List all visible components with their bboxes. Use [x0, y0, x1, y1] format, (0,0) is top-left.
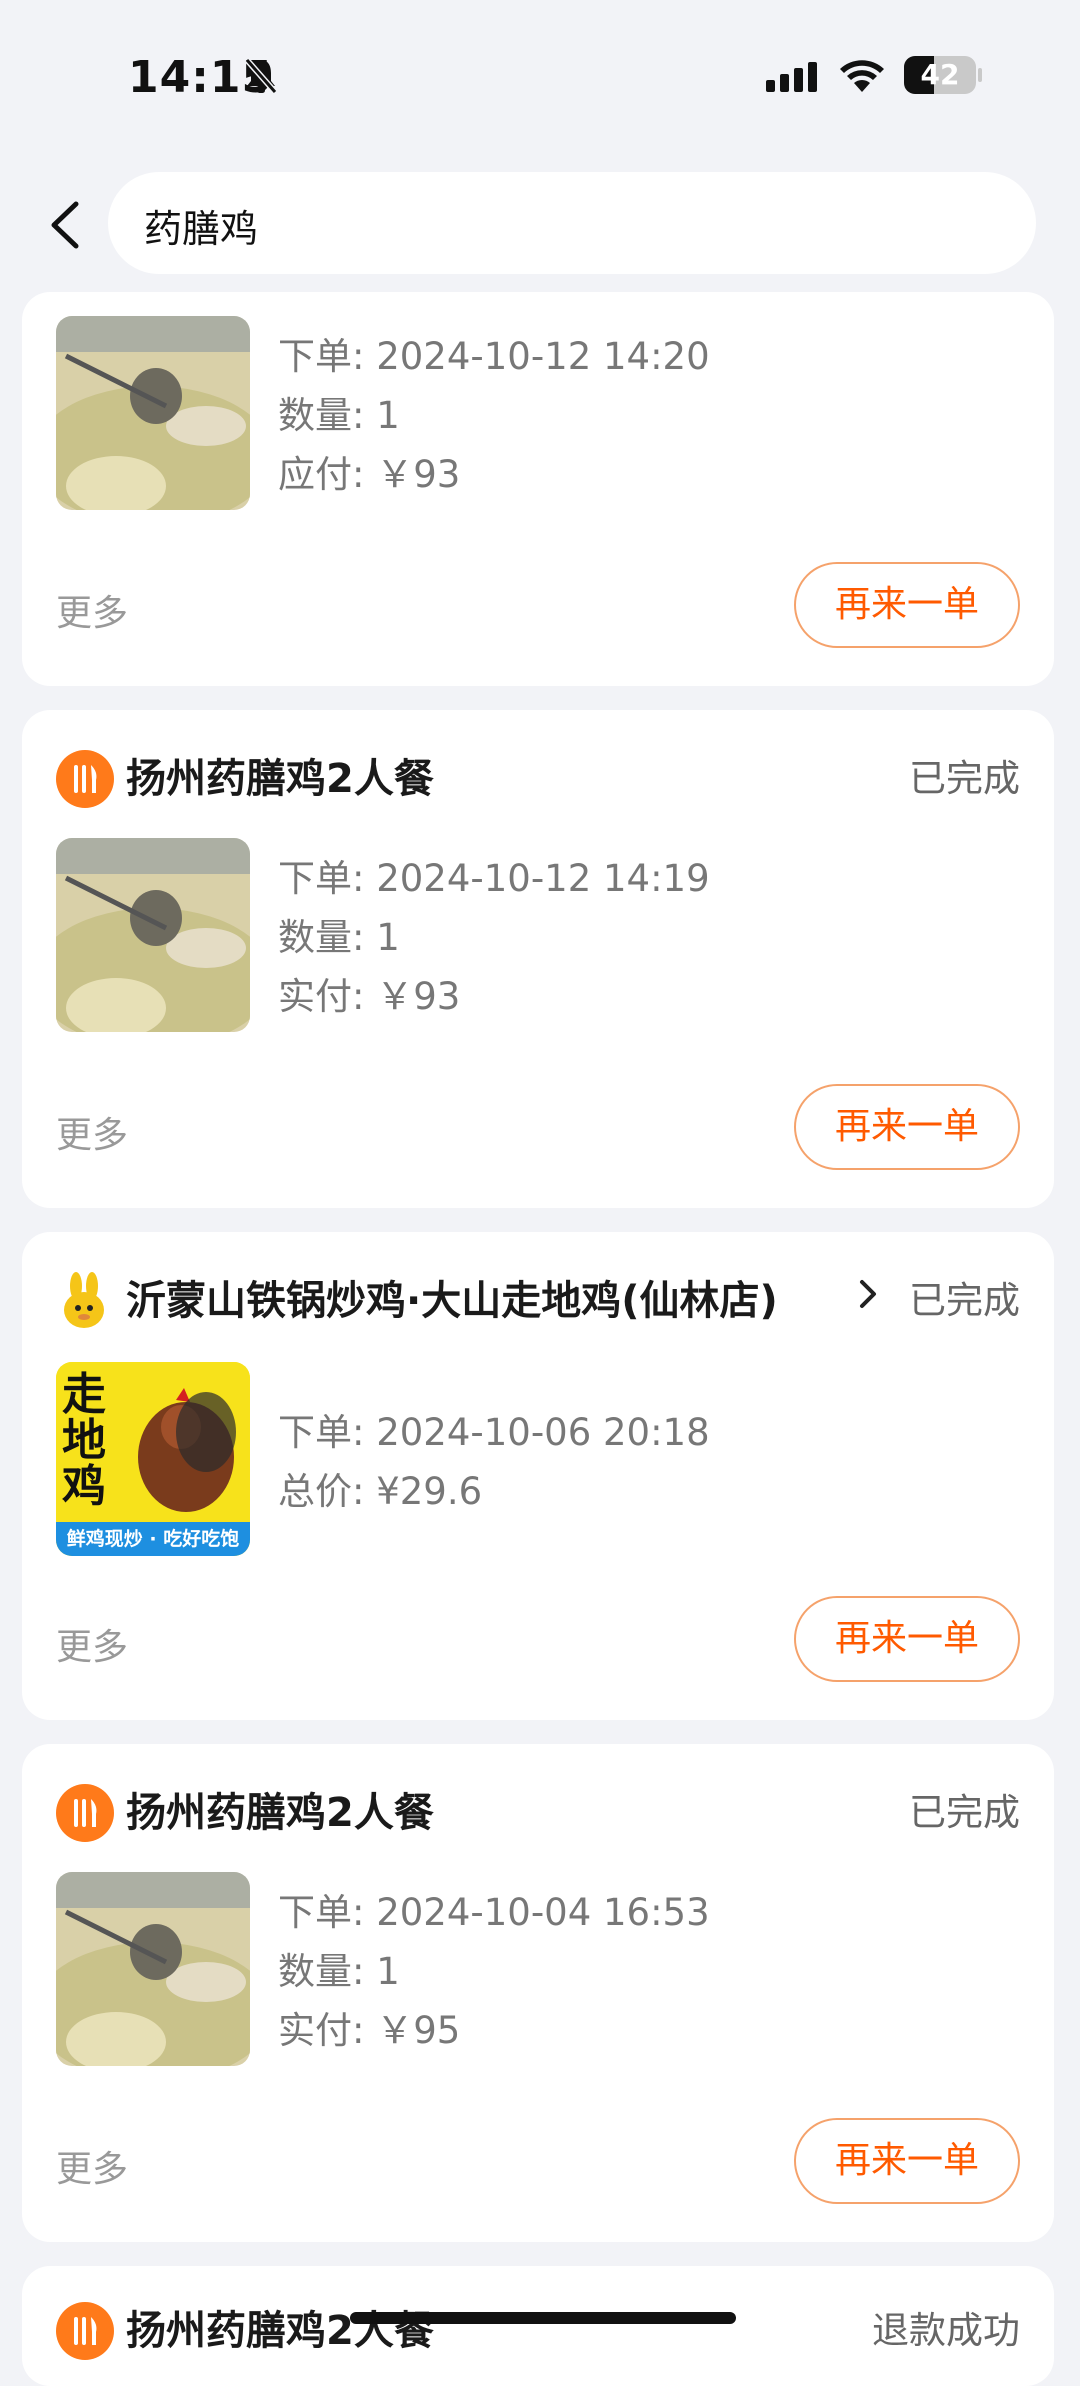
- order-card[interactable]: 沂蒙山铁锅炒鸡·大山走地鸡(仙林店) 已完成 走地鸡 鲜鸡现炒 · 吃好吃饱 下…: [22, 1232, 1054, 1720]
- order-status: 已完成: [909, 757, 1020, 800]
- thumbnail-banner: 鲜鸡现炒 · 吃好吃饱: [66, 1528, 240, 1550]
- shop-name[interactable]: 扬州药膳鸡2人餐: [126, 2298, 434, 2356]
- order-amount: 实付: ￥95: [278, 2009, 461, 2052]
- shop-name[interactable]: 扬州药膳鸡2人餐: [126, 746, 434, 804]
- bell-muted-icon: [244, 58, 278, 94]
- order-time: 下单: 2024-10-04 16:53: [278, 1891, 710, 1934]
- order-total: 总价: ¥29.6: [278, 1470, 483, 1513]
- product-thumbnail: [56, 838, 250, 1032]
- search-input[interactable]: 药膳鸡: [108, 172, 1036, 274]
- reorder-button[interactable]: 再来一单: [794, 562, 1020, 648]
- reorder-button[interactable]: 再来一单: [794, 1084, 1020, 1170]
- more-link[interactable]: 更多: [56, 1106, 128, 1158]
- order-status: 已完成: [909, 1791, 1020, 1834]
- shop-name[interactable]: 扬州药膳鸡2人餐: [126, 1780, 434, 1838]
- product-thumbnail: [56, 1872, 250, 2066]
- product-thumbnail: 走地鸡 鲜鸡现炒 · 吃好吃饱: [56, 1362, 250, 1556]
- restaurant-icon: [56, 2302, 114, 2360]
- more-link[interactable]: 更多: [56, 1618, 128, 1670]
- shop-mascot-icon: [64, 1272, 104, 1328]
- wifi-icon: [840, 60, 884, 92]
- order-status: 退款成功: [872, 2309, 1020, 2352]
- order-card[interactable]: 扬州药膳鸡2人餐 已完成 下单: 2024-10-12 14:19 数量: 1 …: [22, 710, 1054, 1208]
- order-card[interactable]: 扬州药膳鸡2人餐 退款成功: [22, 2266, 1054, 2386]
- status-bar: 14:15 42: [0, 0, 1080, 160]
- back-arrow-icon[interactable]: [42, 190, 90, 260]
- order-amount: 应付: ￥93: [278, 453, 461, 496]
- reorder-button[interactable]: 再来一单: [794, 2118, 1020, 2204]
- reorder-button[interactable]: 再来一单: [794, 1596, 1020, 1682]
- order-card[interactable]: 扬州药膳鸡2人餐 已完成 下单: 2024-10-04 16:53 数量: 1 …: [22, 1744, 1054, 2242]
- shop-name[interactable]: 沂蒙山铁锅炒鸡·大山走地鸡(仙林店): [126, 1268, 778, 1326]
- order-card[interactable]: 下单: 2024-10-12 14:20 数量: 1 应付: ￥93 更多 再来…: [22, 292, 1054, 686]
- cell-signal-icon: [766, 62, 817, 92]
- battery-icon: 42: [904, 56, 982, 94]
- search-query: 药膳鸡: [144, 207, 259, 251]
- home-indicator[interactable]: [350, 2312, 736, 2324]
- order-status: 已完成: [909, 1279, 1020, 1322]
- order-quantity: 数量: 1: [278, 1950, 400, 1993]
- order-time: 下单: 2024-10-12 14:20: [278, 335, 710, 378]
- more-link[interactable]: 更多: [56, 2140, 128, 2192]
- order-time: 下单: 2024-10-12 14:19: [278, 857, 710, 900]
- more-link[interactable]: 更多: [56, 584, 128, 636]
- order-quantity: 数量: 1: [278, 394, 400, 437]
- chevron-right-icon[interactable]: [856, 1276, 880, 1312]
- order-amount: 实付: ￥93: [278, 975, 461, 1018]
- battery-percent: 42: [920, 58, 960, 91]
- order-quantity: 数量: 1: [278, 916, 400, 959]
- product-thumbnail: [56, 316, 250, 510]
- thumbnail-title: 走地鸡: [62, 1369, 106, 1512]
- restaurant-icon: [56, 1784, 114, 1842]
- order-time: 下单: 2024-10-06 20:18: [278, 1411, 710, 1454]
- restaurant-icon: [56, 750, 114, 808]
